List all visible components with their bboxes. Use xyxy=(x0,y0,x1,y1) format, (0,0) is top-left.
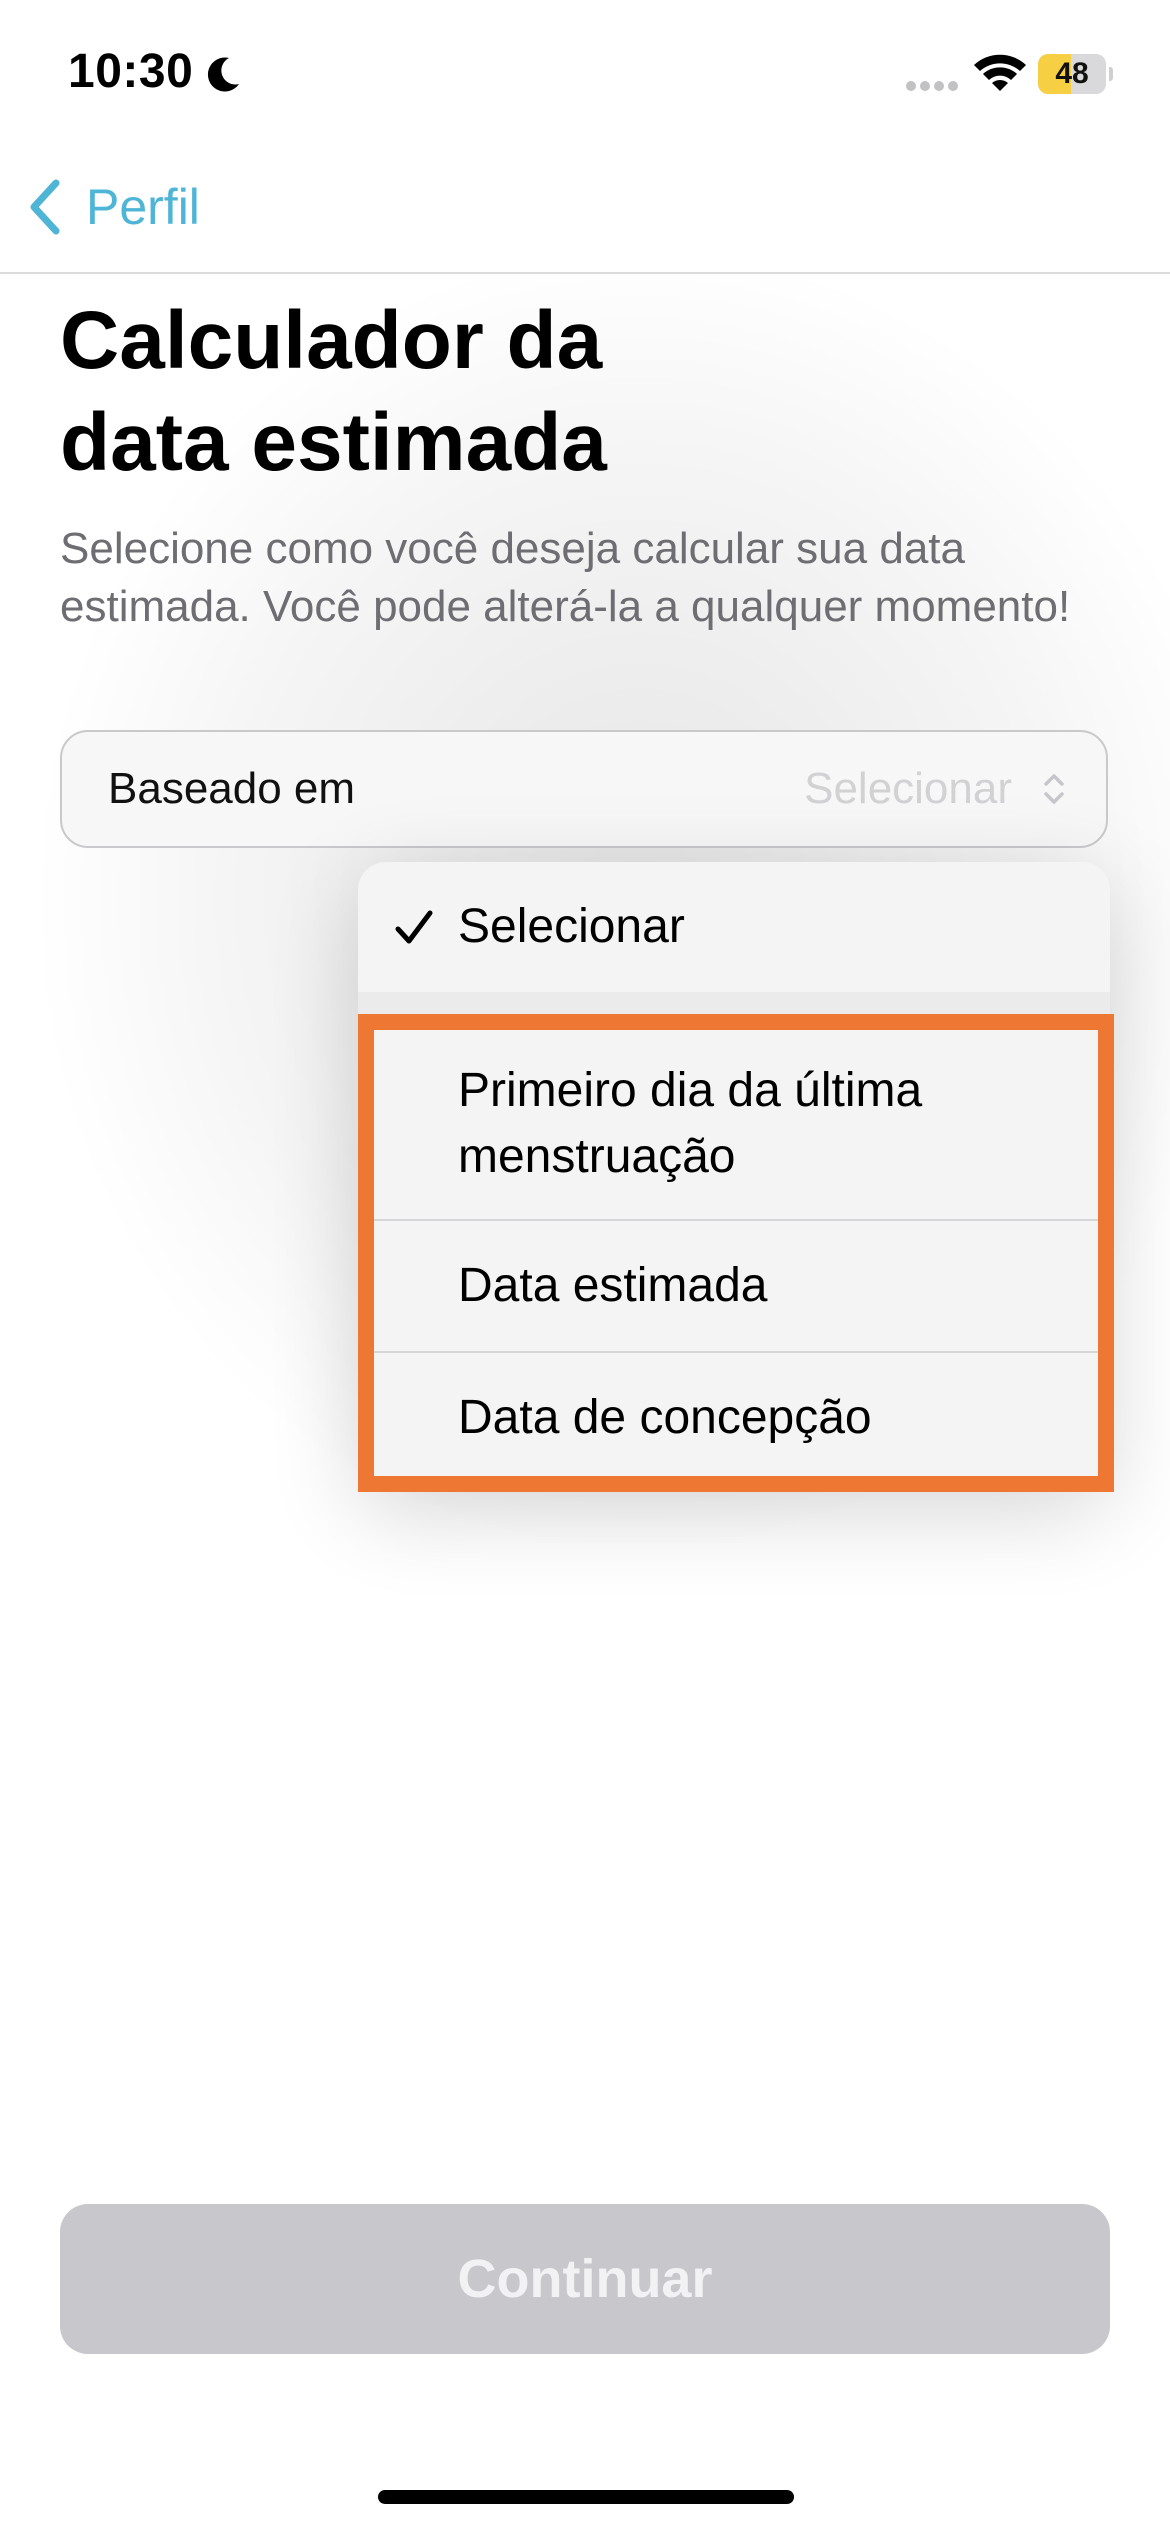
menu-selected-label: Selecionar xyxy=(458,900,685,953)
chevron-updown-icon xyxy=(1044,774,1064,804)
home-indicator xyxy=(378,2490,794,2504)
menu-item-selecionar[interactable]: Selecionar xyxy=(358,862,1110,992)
menu-item-due-date[interactable]: Data estimada xyxy=(358,1220,1110,1352)
menu-item-last-period[interactable]: Primeiro dia da última menstruação xyxy=(358,1020,1110,1220)
status-time: 10:30 xyxy=(68,45,194,98)
page-title: Calculador da data estimada xyxy=(60,290,960,494)
menu-item-label: Primeiro dia da última menstruação xyxy=(458,1064,923,1183)
nav-divider xyxy=(0,272,1170,274)
menu-item-label: Data estimada xyxy=(458,1259,768,1312)
page-subtitle: Selecione como você deseja calcular sua … xyxy=(60,524,1071,631)
menu-item-label: Data de concepção xyxy=(458,1391,872,1444)
check-icon xyxy=(395,910,433,944)
back-label: Perfil xyxy=(86,179,200,235)
battery-indicator: 48 xyxy=(1038,54,1113,94)
signal-icon xyxy=(906,81,958,91)
select-value: Selecionar xyxy=(804,764,1012,813)
menu-group-separator xyxy=(358,992,1110,1020)
based-on-select[interactable]: Baseado em Selecionar xyxy=(60,730,1108,848)
battery-level: 48 xyxy=(1055,57,1089,90)
page-title-line2: data estimada xyxy=(60,397,607,488)
menu-item-conception-date[interactable]: Data de concepção xyxy=(358,1352,1110,1484)
status-bar: 10:30 48 xyxy=(0,0,1170,150)
back-button[interactable]: Perfil xyxy=(24,172,200,242)
moon-icon xyxy=(207,57,239,92)
back-chevron-icon xyxy=(30,179,60,235)
select-label: Baseado em xyxy=(108,764,356,813)
continue-button[interactable]: Continuar xyxy=(60,2204,1110,2354)
wifi-icon xyxy=(974,54,1026,91)
page-title-line1: Calculador da xyxy=(60,295,603,386)
dropdown-menu: Selecionar Primeiro dia da última menstr… xyxy=(358,862,1110,1492)
